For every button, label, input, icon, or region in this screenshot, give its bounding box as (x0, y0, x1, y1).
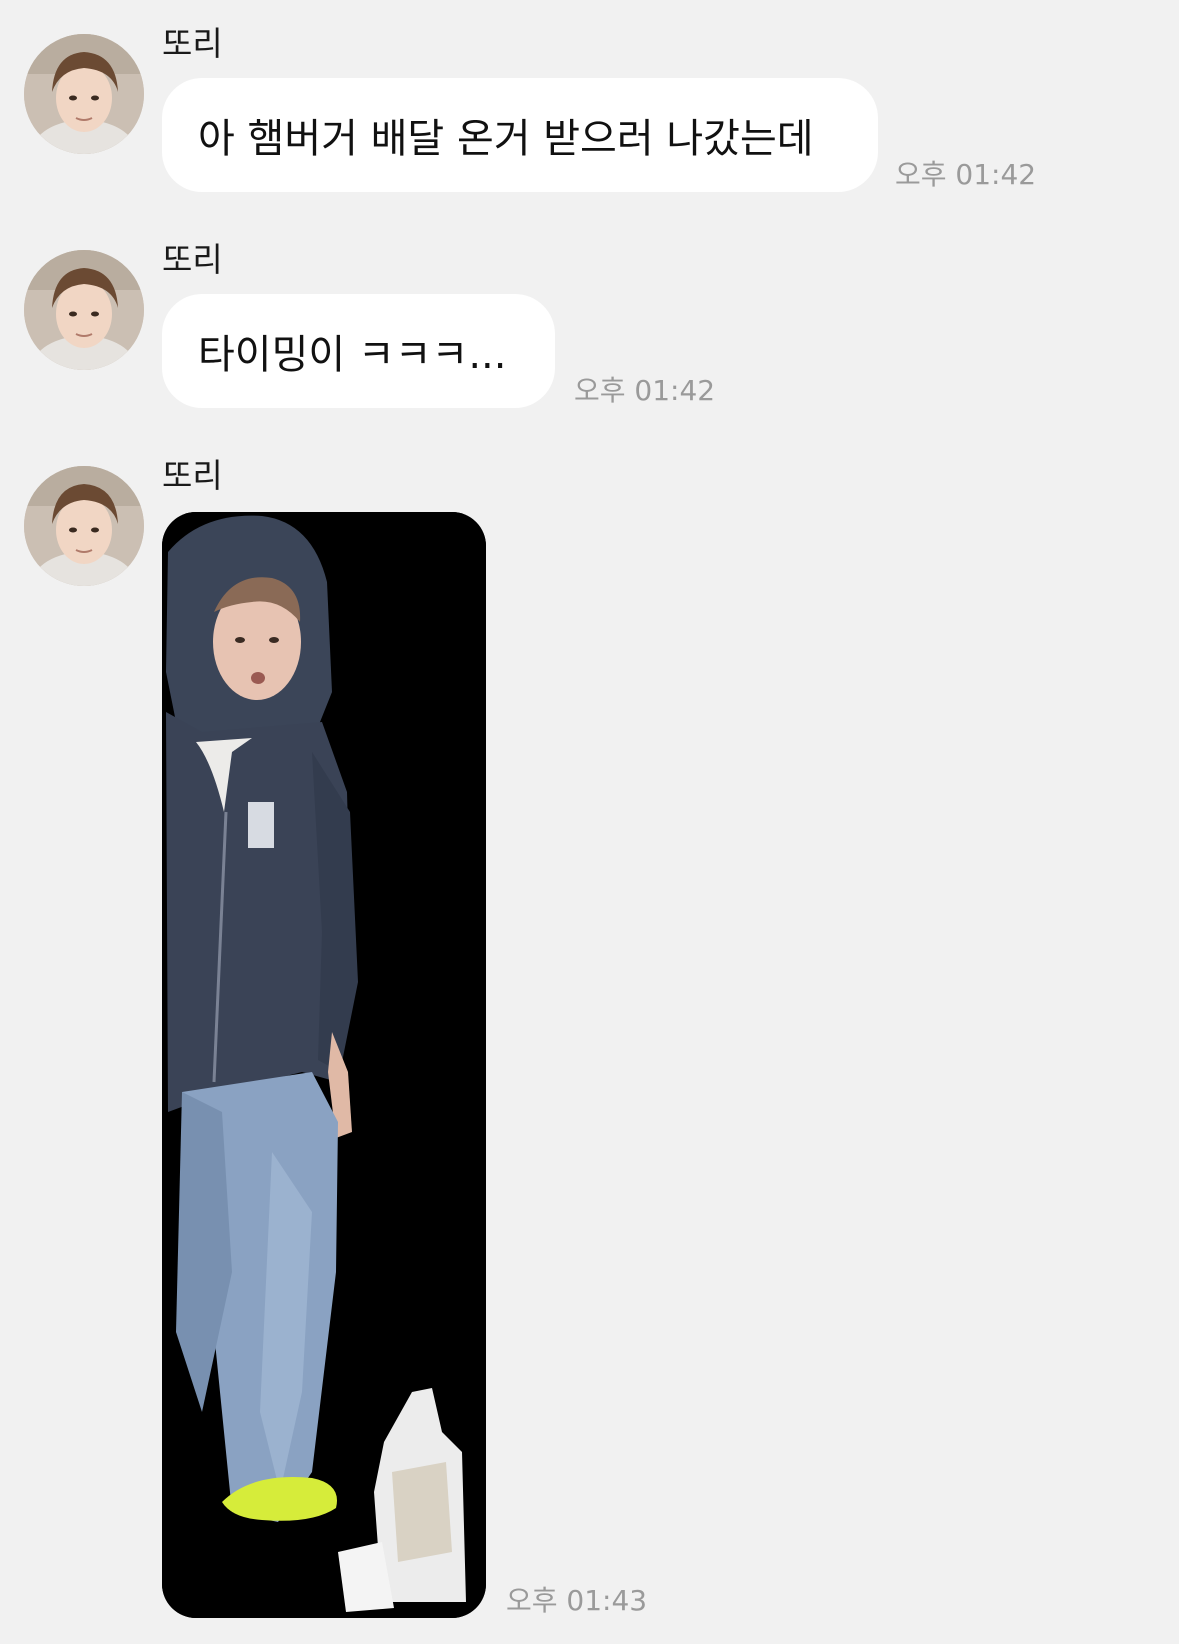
message-timestamp: 오후 01:43 (506, 1584, 648, 1617)
message-timestamp: 오후 01:42 (895, 158, 1037, 191)
sender-avatar[interactable] (24, 466, 144, 586)
message-text: 타이밍이 ㅋㅋㅋ... (198, 332, 507, 378)
sender-avatar[interactable] (24, 250, 144, 370)
message-image[interactable] (162, 512, 486, 1618)
message-bubble[interactable]: 타이밍이 ㅋㅋㅋ... (162, 294, 555, 408)
message-bubble[interactable]: 아 햄버거 배달 온거 받으러 나갔는데 (162, 78, 878, 192)
sender-avatar[interactable] (24, 34, 144, 154)
sender-name: 또리 (162, 456, 223, 495)
sender-name: 또리 (162, 24, 223, 63)
message-timestamp: 오후 01:42 (574, 374, 716, 407)
sender-name: 또리 (162, 240, 223, 279)
message-text: 아 햄버거 배달 온거 받으러 나갔는데 (198, 116, 814, 162)
